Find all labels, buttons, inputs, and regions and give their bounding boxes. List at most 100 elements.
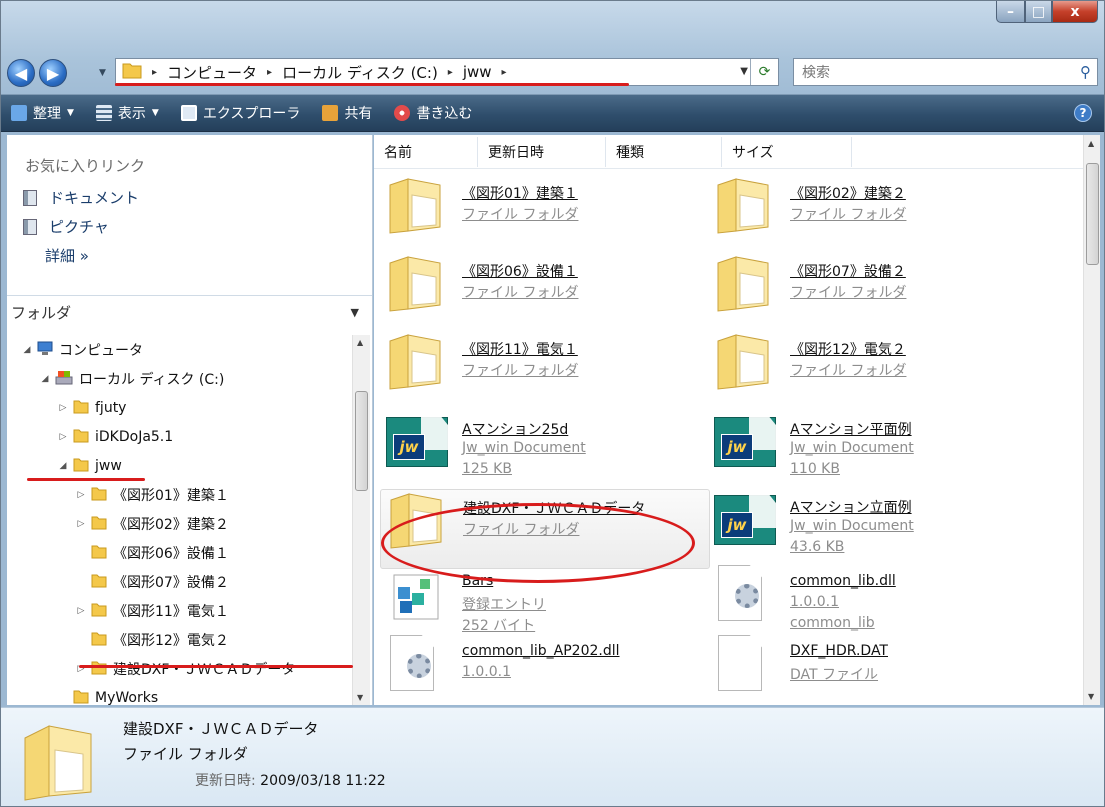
details-date-value: 2009/03/18 11:22 xyxy=(260,773,386,789)
tree-node[interactable]: 《図形06》設備１ xyxy=(7,538,352,567)
folder-tree: ◢ コンピュータ ◢ ローカル ディスク (C:) ▷ fjuty ▷ iDKDoJa5.1 ◢… xyxy=(7,335,352,705)
file-tile[interactable]: 《図形02》建築２ ファイル フォルダ xyxy=(708,175,1038,255)
list-scroll-thumb[interactable] xyxy=(1086,163,1099,265)
tree-node-label: MyWorks xyxy=(95,689,159,706)
forward-button[interactable]: ▶ xyxy=(39,59,67,87)
tree-node[interactable]: ▷ 《図形11》電気１ xyxy=(7,596,352,625)
breadcrumb-separator-icon[interactable]: ▸ xyxy=(267,67,272,78)
annotation-underline-dxf xyxy=(79,665,353,668)
file-tile[interactable]: jw Aマンション立面例 Jw_win Document 43.6 KB xyxy=(708,489,1038,569)
expand-toggle-icon[interactable]: ◢ xyxy=(21,345,33,355)
file-tile[interactable]: 《図形01》建築１ ファイル フォルダ xyxy=(380,175,710,255)
tree-node-label: 《図形07》設備２ xyxy=(113,574,229,591)
organize-button[interactable]: 整理 ▼ xyxy=(11,103,74,123)
folder-icon xyxy=(386,253,450,317)
expand-toggle-icon[interactable]: ▷ xyxy=(75,606,87,616)
breadcrumb-separator-icon[interactable]: ▸ xyxy=(152,67,157,78)
file-tile[interactable]: DXF_HDR.DAT DAT ファイル xyxy=(708,635,1038,705)
file-tile[interactable]: common_lib_AP202.dll 1.0.0.1 xyxy=(380,635,710,705)
tree-node[interactable]: 《図形07》設備２ xyxy=(7,567,352,596)
jw-document-icon: jw xyxy=(386,416,449,467)
column-date[interactable]: 更新日時 xyxy=(478,136,606,167)
burn-label: 書き込む xyxy=(416,106,473,122)
pictures-icon xyxy=(23,218,37,235)
tree-node[interactable]: 《図形12》電気２ xyxy=(7,625,352,654)
column-size[interactable]: サイズ xyxy=(722,136,852,167)
pc-icon xyxy=(37,340,53,360)
file-type: Jw_win Document xyxy=(790,518,914,534)
expand-toggle-icon[interactable]: ◢ xyxy=(39,374,51,384)
tree-node[interactable]: ▷ iDKDoJa5.1 xyxy=(7,422,352,451)
maximize-button[interactable]: □ xyxy=(1025,1,1052,23)
expand-toggle-icon[interactable]: ◢ xyxy=(57,461,69,471)
column-name[interactable]: 名前 xyxy=(374,136,478,167)
burn-button[interactable]: 書き込む xyxy=(394,103,472,123)
share-label: 共有 xyxy=(344,106,373,122)
tree-node[interactable]: ▷ 建設DXF・ＪＷＣＡＤデータ xyxy=(7,654,352,683)
file-name: common_lib.dll xyxy=(790,573,896,589)
dll-file-icon xyxy=(718,565,762,621)
file-list-pane: 名前 更新日時 種類 サイズ 《図形01》建築１ ファイル フォルダ 《図形02》建… xyxy=(374,135,1100,705)
file-type: ファイル フォルダ xyxy=(462,363,579,379)
favorite-documents[interactable]: ドキュメント xyxy=(7,183,372,212)
organize-icon xyxy=(11,105,27,121)
views-button[interactable]: 表示 ▼ xyxy=(95,103,159,123)
tree-node[interactable]: ▷ 《図形02》建築２ xyxy=(7,509,352,538)
burn-icon xyxy=(394,105,411,121)
minimize-button[interactable]: – xyxy=(996,1,1025,23)
expand-toggle-icon[interactable]: ▷ xyxy=(57,432,69,442)
favorite-pictures[interactable]: ピクチャ xyxy=(7,212,372,241)
expand-toggle-icon[interactable]: ▷ xyxy=(57,403,69,413)
close-button[interactable]: x xyxy=(1052,1,1098,23)
refresh-icon[interactable]: ⟳ xyxy=(750,59,778,85)
chevron-down-icon[interactable]: ▼ xyxy=(351,306,359,319)
file-tile[interactable]: jw Aマンション25d Jw_win Document 125 KB xyxy=(380,411,710,491)
folder-icon xyxy=(386,175,450,239)
folder-icon xyxy=(73,427,89,447)
breadcrumb-item[interactable]: ローカル ディスク (C:) xyxy=(282,62,438,83)
breadcrumb-item[interactable]: jww xyxy=(463,63,492,81)
tree-node[interactable]: ◢ コンピュータ xyxy=(7,335,352,364)
details-pane: 建設DXF・ＪＷＣＡＤデータ ファイル フォルダ 更新日時: 2009/03/1… xyxy=(1,707,1104,806)
file-tile[interactable]: 《図形06》設備１ ファイル フォルダ xyxy=(380,253,710,333)
tree-node[interactable]: ▷ 《図形01》建築１ xyxy=(7,480,352,509)
folder-icon xyxy=(91,514,107,534)
search-input[interactable]: 検索 ⚲ xyxy=(793,58,1098,86)
column-type[interactable]: 種類 xyxy=(606,136,722,167)
search-placeholder: 検索 xyxy=(802,65,830,81)
folders-header[interactable]: フォルダ ▼ xyxy=(7,295,372,329)
file-tile[interactable]: 《図形07》設備２ ファイル フォルダ xyxy=(708,253,1038,333)
address-dropdown-icon[interactable]: ▼ xyxy=(740,66,748,77)
file-type: 登録エントリ xyxy=(462,597,546,613)
favorites-more-link[interactable]: 詳細 » xyxy=(7,241,372,270)
back-button[interactable]: ◀ xyxy=(7,59,35,87)
recent-pages-dropdown[interactable]: ▼ xyxy=(99,68,106,78)
breadcrumb-separator-icon[interactable]: ▸ xyxy=(448,67,453,78)
explorer-icon xyxy=(180,105,197,121)
breadcrumb-item[interactable]: コンピュータ xyxy=(167,62,257,83)
tree-scroll-thumb[interactable] xyxy=(355,391,368,491)
tree-node[interactable]: ◢ jww xyxy=(7,451,352,480)
list-scrollbar[interactable]: ▲ ▼ xyxy=(1083,135,1100,705)
tree-scrollbar[interactable]: ▲ ▼ xyxy=(352,335,370,705)
share-button[interactable]: 共有 xyxy=(322,103,372,123)
file-tile[interactable]: jw Aマンション平面例 Jw_win Document 110 KB xyxy=(708,411,1038,491)
address-bar[interactable]: ▸ コンピュータ ▸ ローカル ディスク (C:) ▸ jww ▸ ▼ ⟳ xyxy=(115,58,779,86)
breadcrumb-separator-icon[interactable]: ▸ xyxy=(502,67,507,78)
favorites-header: お気に入りリンク xyxy=(25,157,146,175)
more-label: 詳細 » xyxy=(45,247,89,265)
expand-toggle-icon[interactable]: ▷ xyxy=(75,519,87,529)
navigation-pane: お気に入りリンク ドキュメント ピクチャ 詳細 » フォルダ ▼ ◢ コンピュータ ◢… xyxy=(7,135,373,705)
tree-node-label: 《図形12》電気２ xyxy=(113,632,229,649)
file-tile[interactable]: 《図形11》電気１ ファイル フォルダ xyxy=(380,331,710,411)
help-button[interactable]: ? xyxy=(1074,104,1092,122)
search-icon[interactable]: ⚲ xyxy=(1080,63,1091,81)
folder-icon xyxy=(73,398,89,418)
tree-node[interactable]: MyWorks xyxy=(7,683,352,705)
file-tile[interactable]: 《図形12》電気２ ファイル フォルダ xyxy=(708,331,1038,411)
file-tile[interactable]: common_lib.dll 1.0.0.1 common_lib xyxy=(708,565,1038,645)
expand-toggle-icon[interactable]: ▷ xyxy=(75,490,87,500)
tree-node[interactable]: ◢ ローカル ディスク (C:) xyxy=(7,364,352,393)
explorer-button[interactable]: エクスプローラ xyxy=(180,103,300,123)
tree-node[interactable]: ▷ fjuty xyxy=(7,393,352,422)
